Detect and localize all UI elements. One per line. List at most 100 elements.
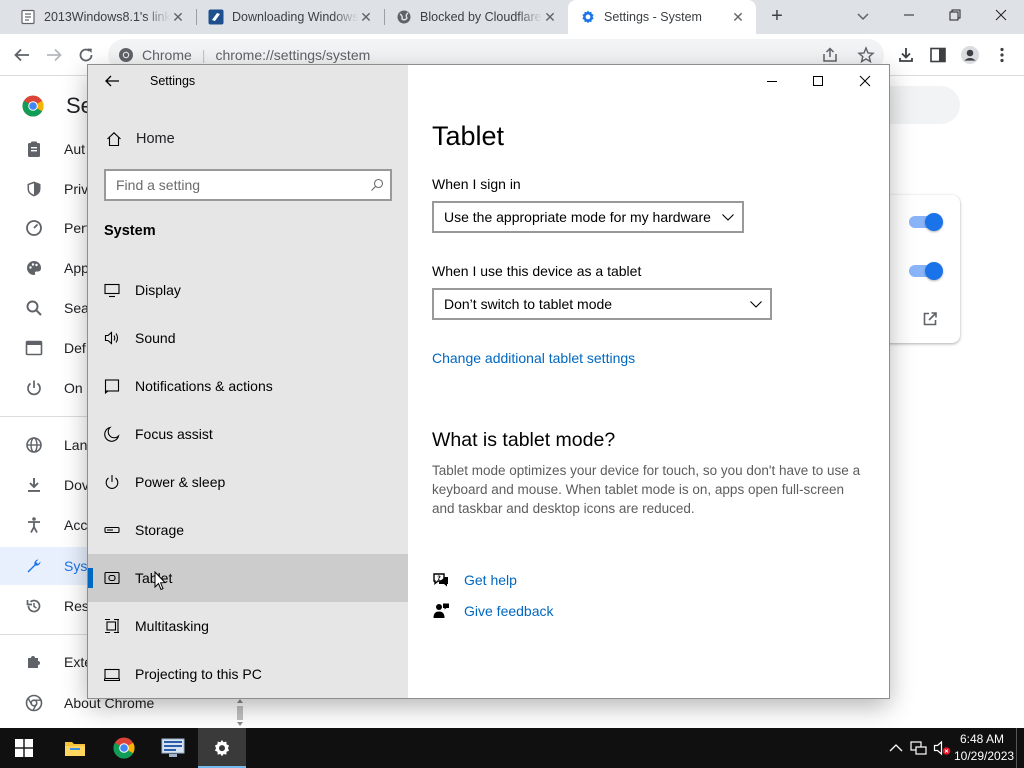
reload-icon[interactable] bbox=[74, 43, 98, 67]
give-feedback-link[interactable]: Give feedback bbox=[432, 600, 554, 622]
nav-item-power-sleep[interactable]: Power & sleep bbox=[88, 458, 408, 506]
forward-arrow-icon[interactable] bbox=[42, 43, 66, 67]
chrome-logo-icon bbox=[22, 95, 44, 117]
nav-item-tablet[interactable]: Tablet bbox=[88, 554, 408, 602]
minimize-button[interactable] bbox=[886, 0, 932, 30]
tab-title: 2013Windows8.1's link bbox=[44, 10, 170, 24]
help-chat-icon: ? bbox=[432, 571, 450, 589]
chrome-nav-divider bbox=[0, 416, 88, 417]
network-icon[interactable] bbox=[910, 739, 928, 757]
speaker-muted-icon[interactable] bbox=[933, 739, 951, 757]
start-button[interactable] bbox=[0, 728, 48, 768]
home-icon bbox=[106, 131, 122, 147]
close-browser-button[interactable] bbox=[978, 0, 1024, 30]
palette-icon bbox=[24, 258, 44, 278]
nav-item-label: Multitasking bbox=[135, 618, 209, 634]
toggle-switch[interactable] bbox=[909, 262, 943, 280]
mouse-cursor-icon bbox=[154, 571, 166, 591]
search-icon bbox=[24, 298, 44, 318]
nav-item-sound[interactable]: Sound bbox=[88, 314, 408, 362]
sign-in-mode-dropdown[interactable]: Use the appropriate mode for my hardware bbox=[432, 201, 744, 233]
close-icon[interactable]: ✕ bbox=[730, 9, 746, 25]
nav-item-label: Storage bbox=[135, 522, 185, 538]
show-desktop-button[interactable] bbox=[1016, 728, 1024, 768]
nav-item-projecting[interactable]: Projecting to this PC bbox=[88, 650, 408, 698]
shield-icon bbox=[24, 179, 44, 199]
chrome-icon bbox=[24, 693, 44, 713]
bookmark-star-icon[interactable] bbox=[854, 43, 878, 67]
chrome-nav-divider bbox=[0, 634, 88, 635]
power-icon bbox=[104, 474, 120, 490]
side-panel-icon[interactable] bbox=[926, 43, 950, 67]
nav-item-focus-assist[interactable]: Focus assist bbox=[88, 410, 408, 458]
network-app-icon[interactable] bbox=[149, 728, 197, 768]
nav-item-storage[interactable]: Storage bbox=[88, 506, 408, 554]
profile-avatar-icon[interactable] bbox=[958, 43, 982, 67]
chevron-up-icon[interactable] bbox=[887, 739, 905, 757]
restore-button[interactable] bbox=[932, 0, 978, 30]
nav-item-label: Focus assist bbox=[135, 426, 213, 442]
nav-home[interactable]: Home bbox=[88, 115, 408, 163]
notification-icon bbox=[104, 378, 120, 394]
share-icon[interactable] bbox=[818, 43, 842, 67]
minimize-button[interactable] bbox=[749, 65, 795, 97]
close-icon[interactable]: ✕ bbox=[542, 9, 558, 25]
kebab-menu-icon[interactable] bbox=[990, 43, 1014, 67]
search-placeholder: Find a setting bbox=[116, 177, 201, 193]
tablet-icon bbox=[104, 570, 120, 586]
settings-gear-icon[interactable] bbox=[198, 728, 246, 768]
reset-icon bbox=[24, 596, 44, 616]
chrome-icon[interactable] bbox=[100, 728, 148, 768]
download-icon[interactable] bbox=[894, 43, 918, 67]
windows-taskbar: 6:48 AM 10/29/2023 bbox=[0, 728, 1024, 768]
browser-tab[interactable]: Blocked by Cloudflare ✕ bbox=[384, 0, 568, 34]
nav-item-display[interactable]: Display bbox=[88, 266, 408, 314]
chrome-icon bbox=[118, 47, 134, 63]
chrome-nav-label: Acc bbox=[64, 517, 88, 533]
search-input[interactable]: Find a setting bbox=[104, 169, 392, 201]
browser-tab[interactable]: Downloading Windows ✕ bbox=[196, 0, 384, 34]
chevron-down-icon bbox=[750, 298, 762, 310]
back-arrow-icon[interactable] bbox=[104, 73, 120, 89]
document-favicon-icon bbox=[20, 9, 36, 25]
nav-item-multitasking[interactable]: Multitasking bbox=[88, 602, 408, 650]
additional-tablet-settings-link[interactable]: Change additional tablet settings bbox=[432, 350, 635, 366]
nav-item-notifications[interactable]: Notifications & actions bbox=[88, 362, 408, 410]
download-icon bbox=[24, 475, 44, 495]
maximize-button[interactable] bbox=[795, 65, 841, 97]
close-icon[interactable]: ✕ bbox=[170, 9, 186, 25]
close-icon[interactable]: ✕ bbox=[358, 9, 374, 25]
clipboard-icon bbox=[24, 139, 44, 159]
windows-settings-window: Settings Home Find a setting System Disp… bbox=[88, 65, 889, 698]
chrome-nav-label: Lan bbox=[64, 437, 88, 453]
search-icon bbox=[370, 178, 384, 192]
chevron-down-icon[interactable] bbox=[855, 8, 871, 24]
back-arrow-icon[interactable] bbox=[10, 43, 34, 67]
settings-nav-pane: Settings Home Find a setting System Disp… bbox=[88, 65, 408, 698]
taskbar-clock[interactable]: 6:48 AM 10/29/2023 bbox=[954, 731, 1014, 765]
chevron-down-icon bbox=[722, 211, 734, 223]
browser-tab[interactable]: 2013Windows8.1's link ✕ bbox=[8, 0, 196, 34]
file-explorer-icon[interactable] bbox=[51, 728, 99, 768]
tablet-mode-description: Tablet mode optimizes your device for to… bbox=[432, 463, 861, 516]
nav-home-label: Home bbox=[136, 131, 175, 147]
browser-icon bbox=[24, 338, 44, 358]
open-external-icon[interactable] bbox=[922, 311, 938, 327]
window-title: Settings bbox=[150, 74, 196, 88]
browser-tab-active[interactable]: Settings - System ✕ bbox=[568, 0, 756, 34]
new-tab-button[interactable]: + bbox=[766, 6, 788, 28]
browser-tab-strip: 2013Windows8.1's link ✕ Downloading Wind… bbox=[0, 0, 1024, 34]
tab-title: Settings - System bbox=[604, 10, 702, 24]
scrollbar[interactable] bbox=[235, 697, 245, 727]
close-window-button[interactable] bbox=[842, 65, 888, 97]
puzzle-icon bbox=[24, 652, 44, 672]
chrome-nav-label: Perf bbox=[64, 220, 90, 236]
tablet-switch-dropdown[interactable]: Don’t switch to tablet mode bbox=[432, 288, 772, 320]
tab-title: Blocked by Cloudflare bbox=[420, 10, 542, 24]
toggle-switch[interactable] bbox=[909, 213, 943, 231]
download-site-favicon-icon bbox=[208, 9, 224, 25]
get-help-label: Get help bbox=[464, 572, 517, 588]
nav-item-label: Sound bbox=[135, 330, 176, 346]
nav-item-label: Notifications & actions bbox=[135, 378, 273, 394]
get-help-link[interactable]: ? Get help bbox=[432, 569, 517, 591]
